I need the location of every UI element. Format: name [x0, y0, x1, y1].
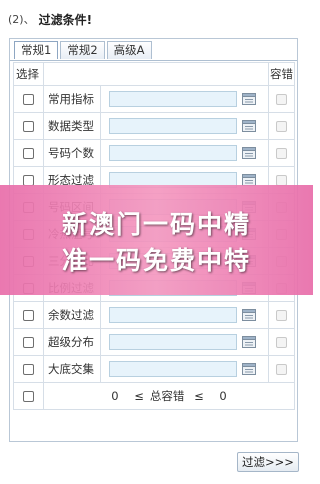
section-title: 过滤条件! — [38, 12, 93, 27]
row-label: 数据类型 — [43, 112, 101, 140]
list-picker-icon[interactable] — [242, 120, 256, 132]
value-cell — [100, 85, 269, 113]
condition-input[interactable] — [109, 361, 237, 377]
section-header: (2)、 过滤条件! — [8, 9, 92, 29]
value-cell — [100, 355, 269, 383]
select-cell — [13, 139, 44, 167]
tolerance-checkbox[interactable] — [276, 364, 287, 375]
value-cell — [100, 112, 269, 140]
select-checkbox[interactable] — [23, 310, 34, 321]
tab-divider — [10, 60, 297, 61]
select-cell — [13, 328, 44, 356]
select-checkbox[interactable] — [23, 148, 34, 159]
row-label: 超级分布 — [43, 328, 101, 356]
col-header-tolerance: 容错 — [268, 62, 295, 86]
table-row: 数据类型 — [13, 112, 295, 140]
tolerance-cell — [268, 85, 295, 113]
tolerance-checkbox[interactable] — [276, 121, 287, 132]
tolerance-checkbox[interactable] — [276, 337, 287, 348]
condition-input[interactable] — [109, 118, 237, 134]
range-label: 总容错 — [149, 389, 185, 403]
select-checkbox[interactable] — [23, 94, 34, 105]
col-header-select: 选择 — [13, 62, 44, 86]
select-cell — [13, 85, 44, 113]
tolerance-checkbox[interactable] — [276, 94, 287, 105]
select-cell — [13, 112, 44, 140]
select-checkbox[interactable] — [23, 121, 34, 132]
tab-normal-2[interactable]: 常规2 — [60, 41, 105, 59]
table-row: 号码个数 — [13, 139, 295, 167]
section-number: (2)、 — [8, 13, 35, 26]
row-label: 大底交集 — [43, 355, 101, 383]
value-cell — [100, 301, 269, 329]
tolerance-checkbox[interactable] — [276, 148, 287, 159]
tab-normal-1[interactable]: 常规1 — [14, 41, 59, 59]
table-row: 余数过滤 — [13, 301, 295, 329]
list-picker-icon[interactable] — [242, 93, 256, 105]
tab-advanced-a[interactable]: 高级A — [106, 41, 152, 59]
range-checkbox-cell — [13, 382, 44, 410]
tolerance-cell — [268, 301, 295, 329]
select-cell — [13, 355, 44, 383]
list-picker-icon[interactable] — [242, 336, 256, 348]
range-cell: 0 ≤ 总容错 ≤ 0 — [43, 382, 295, 410]
list-picker-icon[interactable] — [242, 363, 256, 375]
watermark-line-1: 新澳门一码中精 — [61, 210, 251, 239]
range-op-2: ≤ — [194, 389, 204, 403]
watermark-banner: 新澳门一码中精 准一码免费中特 — [0, 185, 313, 295]
tolerance-cell — [268, 112, 295, 140]
table-row: 超级分布 — [13, 328, 295, 356]
select-checkbox[interactable] — [23, 337, 34, 348]
row-label: 号码个数 — [43, 139, 101, 167]
value-cell — [100, 139, 269, 167]
select-checkbox[interactable] — [23, 364, 34, 375]
watermark-line-2: 准一码免费中特 — [61, 246, 251, 275]
condition-input[interactable] — [109, 145, 237, 161]
tolerance-checkbox[interactable] — [276, 310, 287, 321]
value-cell — [100, 328, 269, 356]
col-header-blank — [43, 62, 269, 86]
select-cell — [13, 301, 44, 329]
range-max[interactable]: 0 — [219, 389, 226, 403]
tolerance-cell — [268, 355, 295, 383]
tolerance-cell — [268, 139, 295, 167]
table-header-row: 选择 容错 — [13, 62, 295, 86]
condition-input[interactable] — [109, 91, 237, 107]
range-checkbox[interactable] — [23, 391, 34, 402]
table-row: 大底交集 — [13, 355, 295, 383]
list-picker-icon[interactable] — [242, 309, 256, 321]
list-picker-icon[interactable] — [242, 147, 256, 159]
condition-input[interactable] — [109, 334, 237, 350]
row-label: 余数过滤 — [43, 301, 101, 329]
range-op-1: ≤ — [134, 389, 144, 403]
range-min[interactable]: 0 — [111, 389, 118, 403]
condition-input[interactable] — [109, 307, 237, 323]
tolerance-cell — [268, 328, 295, 356]
tab-bar: 常规1 常规2 高级A — [14, 41, 154, 60]
table-row: 常用指标 — [13, 85, 295, 113]
row-label: 常用指标 — [43, 85, 101, 113]
range-row: 0 ≤ 总容错 ≤ 0 — [13, 382, 295, 410]
filter-button[interactable]: 过滤>>> — [237, 452, 299, 472]
